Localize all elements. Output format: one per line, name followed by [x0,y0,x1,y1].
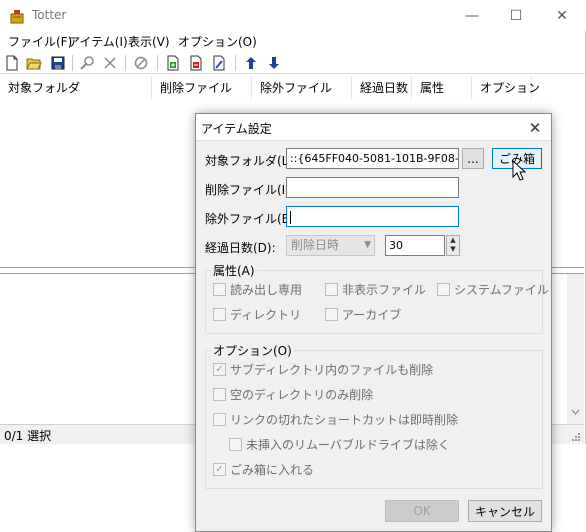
checkbox-directory[interactable]: ディレクトリ [213,306,301,323]
stop-icon[interactable] [132,54,150,72]
list-header: 対象フォルダ 削除ファイル 除外ファイル 経過日数 属性 オプション [0,76,584,100]
chevron-down-icon[interactable] [571,408,580,416]
move-up-icon[interactable] [242,54,260,72]
new-file-icon[interactable] [3,54,21,72]
dialog-title: アイテム設定 [201,122,272,136]
check-icon: ✓ [213,363,226,376]
options-group-title: オプション(O) [211,342,294,359]
move-down-icon[interactable] [265,54,283,72]
days-spinner[interactable]: ▲ ▼ [446,235,460,256]
item-settings-dialog: アイテム設定 ✕ 対象フォルダ(L): ::{645FF040-5081-101… [195,113,552,532]
exclude-file-label: 除外ファイル(E): [205,212,298,226]
target-folder-input[interactable]: ::{645FF040-5081-101B-9F08-00AA002F954E} [286,148,459,169]
edit-item-icon[interactable] [210,54,228,72]
checkbox-broken-shortcuts[interactable]: リンクの切れたショートカットは即時削除 [213,411,458,428]
open-folder-icon[interactable] [25,54,43,72]
add-item-icon[interactable] [164,54,182,72]
checkbox-system[interactable]: システムファイル [437,281,549,298]
days-label: 経過日数(D): [205,241,276,255]
column-exclude-file[interactable]: 除外ファイル [252,76,352,100]
search-icon[interactable] [78,54,96,72]
maximize-button[interactable]: ☐ [494,0,538,31]
minimize-button[interactable]: — [450,0,494,31]
app-icon [10,10,24,24]
column-attributes[interactable]: 属性 [412,76,472,100]
resize-grip-icon[interactable] [570,431,580,441]
window-title: Totter [32,8,67,22]
close-button[interactable]: ✕ [540,0,584,31]
chevron-down-icon: ▼ [364,240,371,250]
mouse-cursor-icon [512,160,526,181]
maximize-icon: ☐ [509,7,523,24]
exclude-file-input[interactable] [286,206,459,227]
check-icon: ✓ [213,463,226,476]
checkbox-move-to-recycle[interactable]: ✓ ごみ箱に入れる [213,461,314,478]
spin-down-icon[interactable]: ▼ [447,245,459,254]
column-days[interactable]: 経過日数 [352,76,412,100]
menu-view[interactable]: 表示(V) [128,33,170,50]
menu-option[interactable]: オプション(O) [178,33,257,50]
menu-item[interactable]: アイテム(I) [68,33,128,50]
vertical-scrollbar[interactable] [567,274,584,424]
checkbox-empty-dirs-only[interactable]: 空のディレクトリのみ削除 [213,386,373,403]
dialog-close-button[interactable]: ✕ [525,118,545,138]
ok-button[interactable]: OK [385,500,459,522]
column-target-folder[interactable]: 対象フォルダ [0,76,152,100]
checkbox-include-subdirs[interactable]: ✓ サブディレクトリ内のファイルも削除 [213,361,433,378]
spin-up-icon[interactable]: ▲ [447,236,459,245]
checkbox-hidden[interactable]: 非表示ファイル [325,281,426,298]
days-mode-select[interactable]: 削除日時 ▼ [286,235,375,256]
save-icon[interactable] [49,54,67,72]
close-icon: ✕ [528,119,542,137]
checkbox-archive[interactable]: アーカイブ [325,306,401,323]
delete-file-label: 削除ファイル(I): [205,183,294,197]
text-caret [290,210,291,224]
options-group: オプション(O) ✓ サブディレクトリ内のファイルも削除 空のディレクトリのみ削除… [205,342,543,489]
column-delete-file[interactable]: 削除ファイル [152,76,252,100]
browse-button[interactable]: ... [462,148,484,169]
cancel-button[interactable]: キャンセル [468,500,542,522]
attributes-group-title: 属性(A) [211,262,257,279]
remove-item-icon[interactable] [187,54,205,72]
attributes-group: 属性(A) 読み出し専用 非表示ファイル システムファイル ディレクトリ アーカ… [205,262,549,334]
title-bar: Totter — ☐ ✕ [0,0,586,31]
toolbar [0,52,586,74]
menu-bar: ファイル(F) アイテム(I) 表示(V) オプション(O) [0,31,586,51]
menu-file[interactable]: ファイル(F) [8,33,72,50]
close-icon: ✕ [556,7,568,24]
days-input[interactable]: 30 [385,235,445,256]
checkbox-exclude-removable[interactable]: 未挿入のリムーバブルドライブは除く [229,436,450,453]
delete-x-icon[interactable] [101,54,119,72]
checkbox-readonly[interactable]: 読み出し専用 [213,281,302,298]
delete-file-input[interactable] [286,177,459,198]
minimize-icon: — [465,7,479,24]
column-options[interactable]: オプション [472,76,540,100]
target-folder-label: 対象フォルダ(L): [205,154,298,168]
dialog-title-bar: アイテム設定 ✕ [196,114,551,141]
days-mode-value: 削除日時 [291,238,340,252]
status-text: 0/1 選択 [4,429,52,443]
